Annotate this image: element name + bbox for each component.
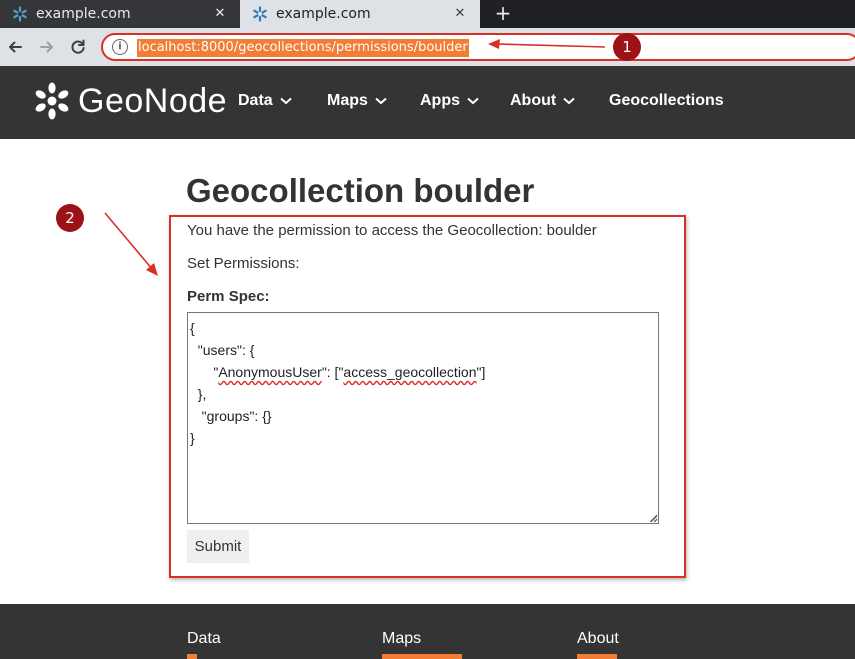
nav-data-menu[interactable]: Data	[238, 92, 292, 110]
geonode-logo[interactable]: GeoNode	[32, 81, 227, 121]
perm-spec-line: },	[190, 386, 207, 402]
spellcheck-word: AnonymousUser	[218, 364, 322, 380]
browser-tab-1[interactable]: example.com ✕	[0, 0, 240, 28]
submit-button[interactable]: Submit	[187, 530, 249, 563]
reload-icon[interactable]	[67, 36, 89, 58]
perm-spec-line: "]	[476, 364, 486, 380]
site-footer: Data Maps About	[0, 604, 855, 659]
perm-spec-line: "	[190, 364, 219, 380]
tab-close-icon[interactable]: ✕	[212, 6, 228, 22]
perm-spec-textarea[interactable]: { "users": { "AnonymousUser": ["access_g…	[187, 312, 659, 524]
footer-heading-maps: Maps	[382, 630, 422, 647]
geonode-logo-icon	[35, 82, 69, 120]
set-permissions-label: Set Permissions:	[187, 255, 300, 272]
access-message: You have the permission to access the Ge…	[187, 222, 597, 239]
nav-about-menu[interactable]: About	[510, 92, 575, 110]
address-bar-url[interactable]: localhost:8000/geocollections/permission…	[137, 39, 469, 57]
footer-heading-data: Data	[187, 630, 221, 647]
geonode-favicon-icon	[252, 6, 268, 22]
page-title: Geocollection boulder	[186, 172, 535, 209]
nav-label: Data	[238, 92, 273, 109]
address-bar[interactable]: i localhost:8000/geocollections/permissi…	[101, 33, 855, 61]
chevron-down-icon	[280, 97, 292, 105]
nav-label: Apps	[420, 92, 460, 109]
nav-maps-menu[interactable]: Maps	[327, 92, 387, 110]
nav-apps-menu[interactable]: Apps	[420, 92, 479, 110]
arrow-back-icon[interactable]	[4, 36, 26, 58]
tab-title: example.com	[276, 6, 371, 22]
footer-heading-about: About	[577, 630, 619, 647]
site-header: GeoNode Data Maps Apps About Geocollecti…	[0, 66, 855, 139]
annotation-arrowhead-2	[146, 263, 158, 276]
perm-spec-line: {	[190, 320, 195, 336]
site-info-icon[interactable]: i	[112, 39, 128, 55]
tab-title: example.com	[36, 6, 131, 22]
geonode-favicon-icon	[12, 6, 28, 22]
logo-text: GeoNode	[78, 81, 228, 120]
chevron-down-icon	[563, 97, 575, 105]
perm-spec-line: "groups": {}	[190, 408, 272, 424]
perm-spec-label: Perm Spec:	[187, 288, 270, 305]
new-tab-button[interactable]: +	[492, 2, 514, 24]
perm-spec-line: "users": {	[190, 342, 255, 358]
spellcheck-word: access_geocollection	[343, 364, 477, 380]
footer-link[interactable]	[382, 654, 462, 659]
perm-spec-line: }	[190, 430, 195, 446]
tab-close-icon[interactable]: ✕	[452, 6, 468, 22]
chevron-down-icon	[467, 97, 479, 105]
annotation-badge-1: 1	[613, 33, 641, 61]
footer-link[interactable]	[577, 654, 617, 659]
arrow-forward-icon[interactable]	[36, 36, 58, 58]
annotation-arrow-2	[104, 212, 154, 271]
resize-grip-icon[interactable]	[648, 513, 658, 523]
nav-label: Maps	[327, 92, 368, 109]
perm-spec-line: ": ["	[321, 364, 344, 380]
nav-label: Geocollections	[609, 92, 724, 109]
chevron-down-icon	[375, 97, 387, 105]
browser-tab-strip: example.com ✕ example.com ✕ +	[0, 0, 855, 28]
nav-geocollections-link[interactable]: Geocollections	[609, 92, 724, 110]
browser-tab-2-active[interactable]: example.com ✕	[240, 0, 480, 28]
annotation-badge-2: 2	[56, 204, 84, 232]
nav-label: About	[510, 92, 557, 109]
footer-link[interactable]	[187, 654, 197, 659]
